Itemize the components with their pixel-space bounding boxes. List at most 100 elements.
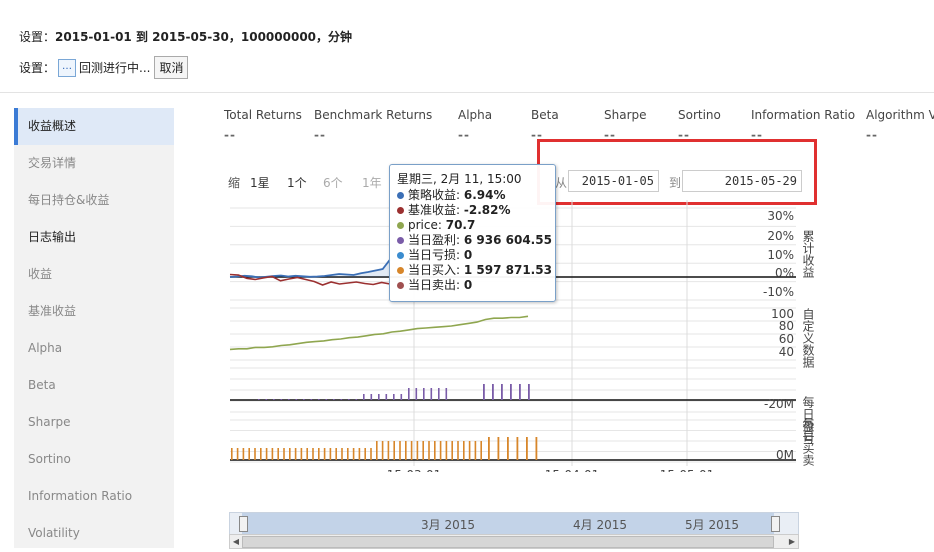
- tooltip-row-label: 策略收益:: [408, 188, 464, 202]
- profit-bar: [510, 384, 512, 400]
- profit-bar: [310, 399, 313, 400]
- stat-total-returns: Total Returns --: [224, 108, 302, 142]
- sidebar-item-volatility[interactable]: Volatility: [14, 515, 174, 552]
- buy-bar: [341, 448, 343, 460]
- sidebar-item-positions[interactable]: 每日持仓&收益: [14, 182, 174, 219]
- buy-bar: [422, 441, 424, 460]
- buy-bar: [376, 441, 378, 460]
- scrollbar-thumb[interactable]: [242, 536, 774, 548]
- stat-value: --: [314, 128, 326, 142]
- profit-bar: [325, 399, 328, 400]
- profit-bar: [280, 399, 283, 400]
- sidebar-item-beta[interactable]: Beta: [14, 367, 174, 404]
- sidebar-item-returns[interactable]: 收益: [14, 256, 174, 293]
- buy-bar: [277, 448, 279, 460]
- zoom-button-1d[interactable]: 1星: [250, 174, 270, 191]
- buy-bar: [463, 441, 465, 460]
- buy-bar: [535, 437, 538, 460]
- zoom-button-1m[interactable]: 1个: [287, 174, 307, 191]
- navigator-label-apr: 4月 2015: [573, 518, 627, 532]
- buy-bar: [323, 448, 326, 460]
- sidebar-item-logs[interactable]: 日志输出: [14, 219, 174, 256]
- y-tick-label: 20%: [767, 229, 794, 243]
- series-dot-icon: [397, 207, 404, 214]
- scroll-left-icon[interactable]: ◀: [230, 535, 242, 548]
- y-tick-label: 30%: [767, 209, 794, 223]
- sidebar-item-benchmark[interactable]: 基准收益: [14, 293, 174, 330]
- buy-bar: [468, 441, 471, 460]
- buy-bar: [289, 448, 291, 460]
- navigator-left-handle[interactable]: [239, 516, 248, 532]
- y-tick-label: 0M: [776, 448, 794, 462]
- y-tick-label: 0%: [775, 266, 794, 280]
- panel-title: 自定义数据: [801, 308, 815, 369]
- status-label: 设置：: [19, 61, 56, 75]
- sidebar-item-information-ratio[interactable]: Information Ratio: [14, 478, 174, 515]
- profit-bar: [333, 399, 335, 400]
- x-tick-label: 15-04-01: [545, 468, 599, 472]
- profit-bar: [528, 384, 530, 400]
- profit-bar: [370, 394, 373, 400]
- buy-bar: [393, 441, 395, 460]
- y-tick-label: 80: [779, 319, 794, 333]
- tooltip-row-strategy: 策略收益: 6.94%: [397, 188, 548, 203]
- tooltip-row-price: price: 70.7: [397, 218, 548, 233]
- profit-bar: [348, 399, 350, 400]
- buy-bar: [318, 448, 320, 460]
- tooltip-row-value: 0: [463, 278, 473, 292]
- navigator-right-handle[interactable]: [771, 516, 780, 532]
- tooltip-row-profit: 当日盈利: 6 936 604.55: [397, 233, 552, 248]
- navigator-label-mar: 3月 2015: [421, 518, 475, 532]
- buy-bar: [480, 441, 482, 460]
- profit-bar: [363, 394, 365, 400]
- buy-bar: [283, 448, 285, 460]
- profit-bar: [445, 388, 448, 400]
- stat-sharpe: Sharpe --: [604, 108, 647, 142]
- settings-header: 设置：2015-01-01 到 2015-05-30，100000000，分钟 …: [0, 0, 934, 93]
- y-tick-label: 10%: [767, 248, 794, 262]
- stat-sortino: Sortino --: [678, 108, 721, 142]
- buy-bar: [329, 448, 332, 460]
- profit-bar: [303, 399, 305, 400]
- panel-title: 累计收益: [801, 230, 815, 278]
- cancel-button[interactable]: 取消: [154, 56, 189, 79]
- tooltip-row-label: 当日卖出:: [408, 278, 464, 292]
- stat-value: --: [866, 128, 878, 142]
- buy-bar: [254, 448, 256, 460]
- zoom-button-1y[interactable]: 1年: [362, 174, 382, 191]
- buy-bar: [457, 441, 459, 460]
- sidebar: 收益概述 交易详情 每日持仓&收益 日志输出 收益 基准收益 Alpha Bet…: [14, 108, 174, 548]
- profit-bar: [265, 399, 268, 400]
- stat-algorithm-volatility: Algorithm V --: [866, 108, 934, 142]
- sidebar-item-overview[interactable]: 收益概述: [14, 108, 174, 145]
- profit-bar: [385, 394, 388, 400]
- sidebar-item-sortino[interactable]: Sortino: [14, 441, 174, 478]
- buy-bar: [474, 441, 477, 460]
- sidebar-item-alpha[interactable]: Alpha: [14, 330, 174, 367]
- stat-alpha: Alpha --: [458, 108, 492, 142]
- zoom-button-6m[interactable]: 6个: [323, 174, 343, 191]
- strategy-area: [230, 259, 390, 278]
- tooltip-row-buy: 当日买入: 1 597 871.53: [397, 263, 552, 278]
- scroll-right-icon[interactable]: ▶: [786, 535, 798, 548]
- buy-bar: [488, 437, 490, 460]
- profit-bar: [288, 399, 290, 400]
- buy-bar: [358, 448, 361, 460]
- highlight-box: [537, 139, 817, 205]
- stat-benchmark-returns: Benchmark Returns --: [314, 108, 432, 142]
- profit-bar: [408, 388, 410, 400]
- chart-scrollbar[interactable]: ◀ ▶: [229, 534, 799, 549]
- sidebar-item-trades[interactable]: 交易详情: [14, 145, 174, 182]
- y-tick-label: 40: [779, 345, 794, 359]
- profit-bar: [258, 399, 260, 400]
- tooltip-row-loss: 当日亏损: 0: [397, 248, 548, 263]
- buy-bar: [526, 437, 528, 460]
- buy-bar: [428, 441, 430, 460]
- chart-navigator[interactable]: 3月 2015 4月 2015 5月 2015: [229, 512, 799, 536]
- sidebar-item-sharpe[interactable]: Sharpe: [14, 404, 174, 441]
- buy-bar: [516, 437, 519, 460]
- profit-bar: [430, 388, 433, 400]
- series-dot-icon: [397, 222, 404, 229]
- series-dot-icon: [397, 267, 404, 274]
- buy-bar: [294, 448, 297, 460]
